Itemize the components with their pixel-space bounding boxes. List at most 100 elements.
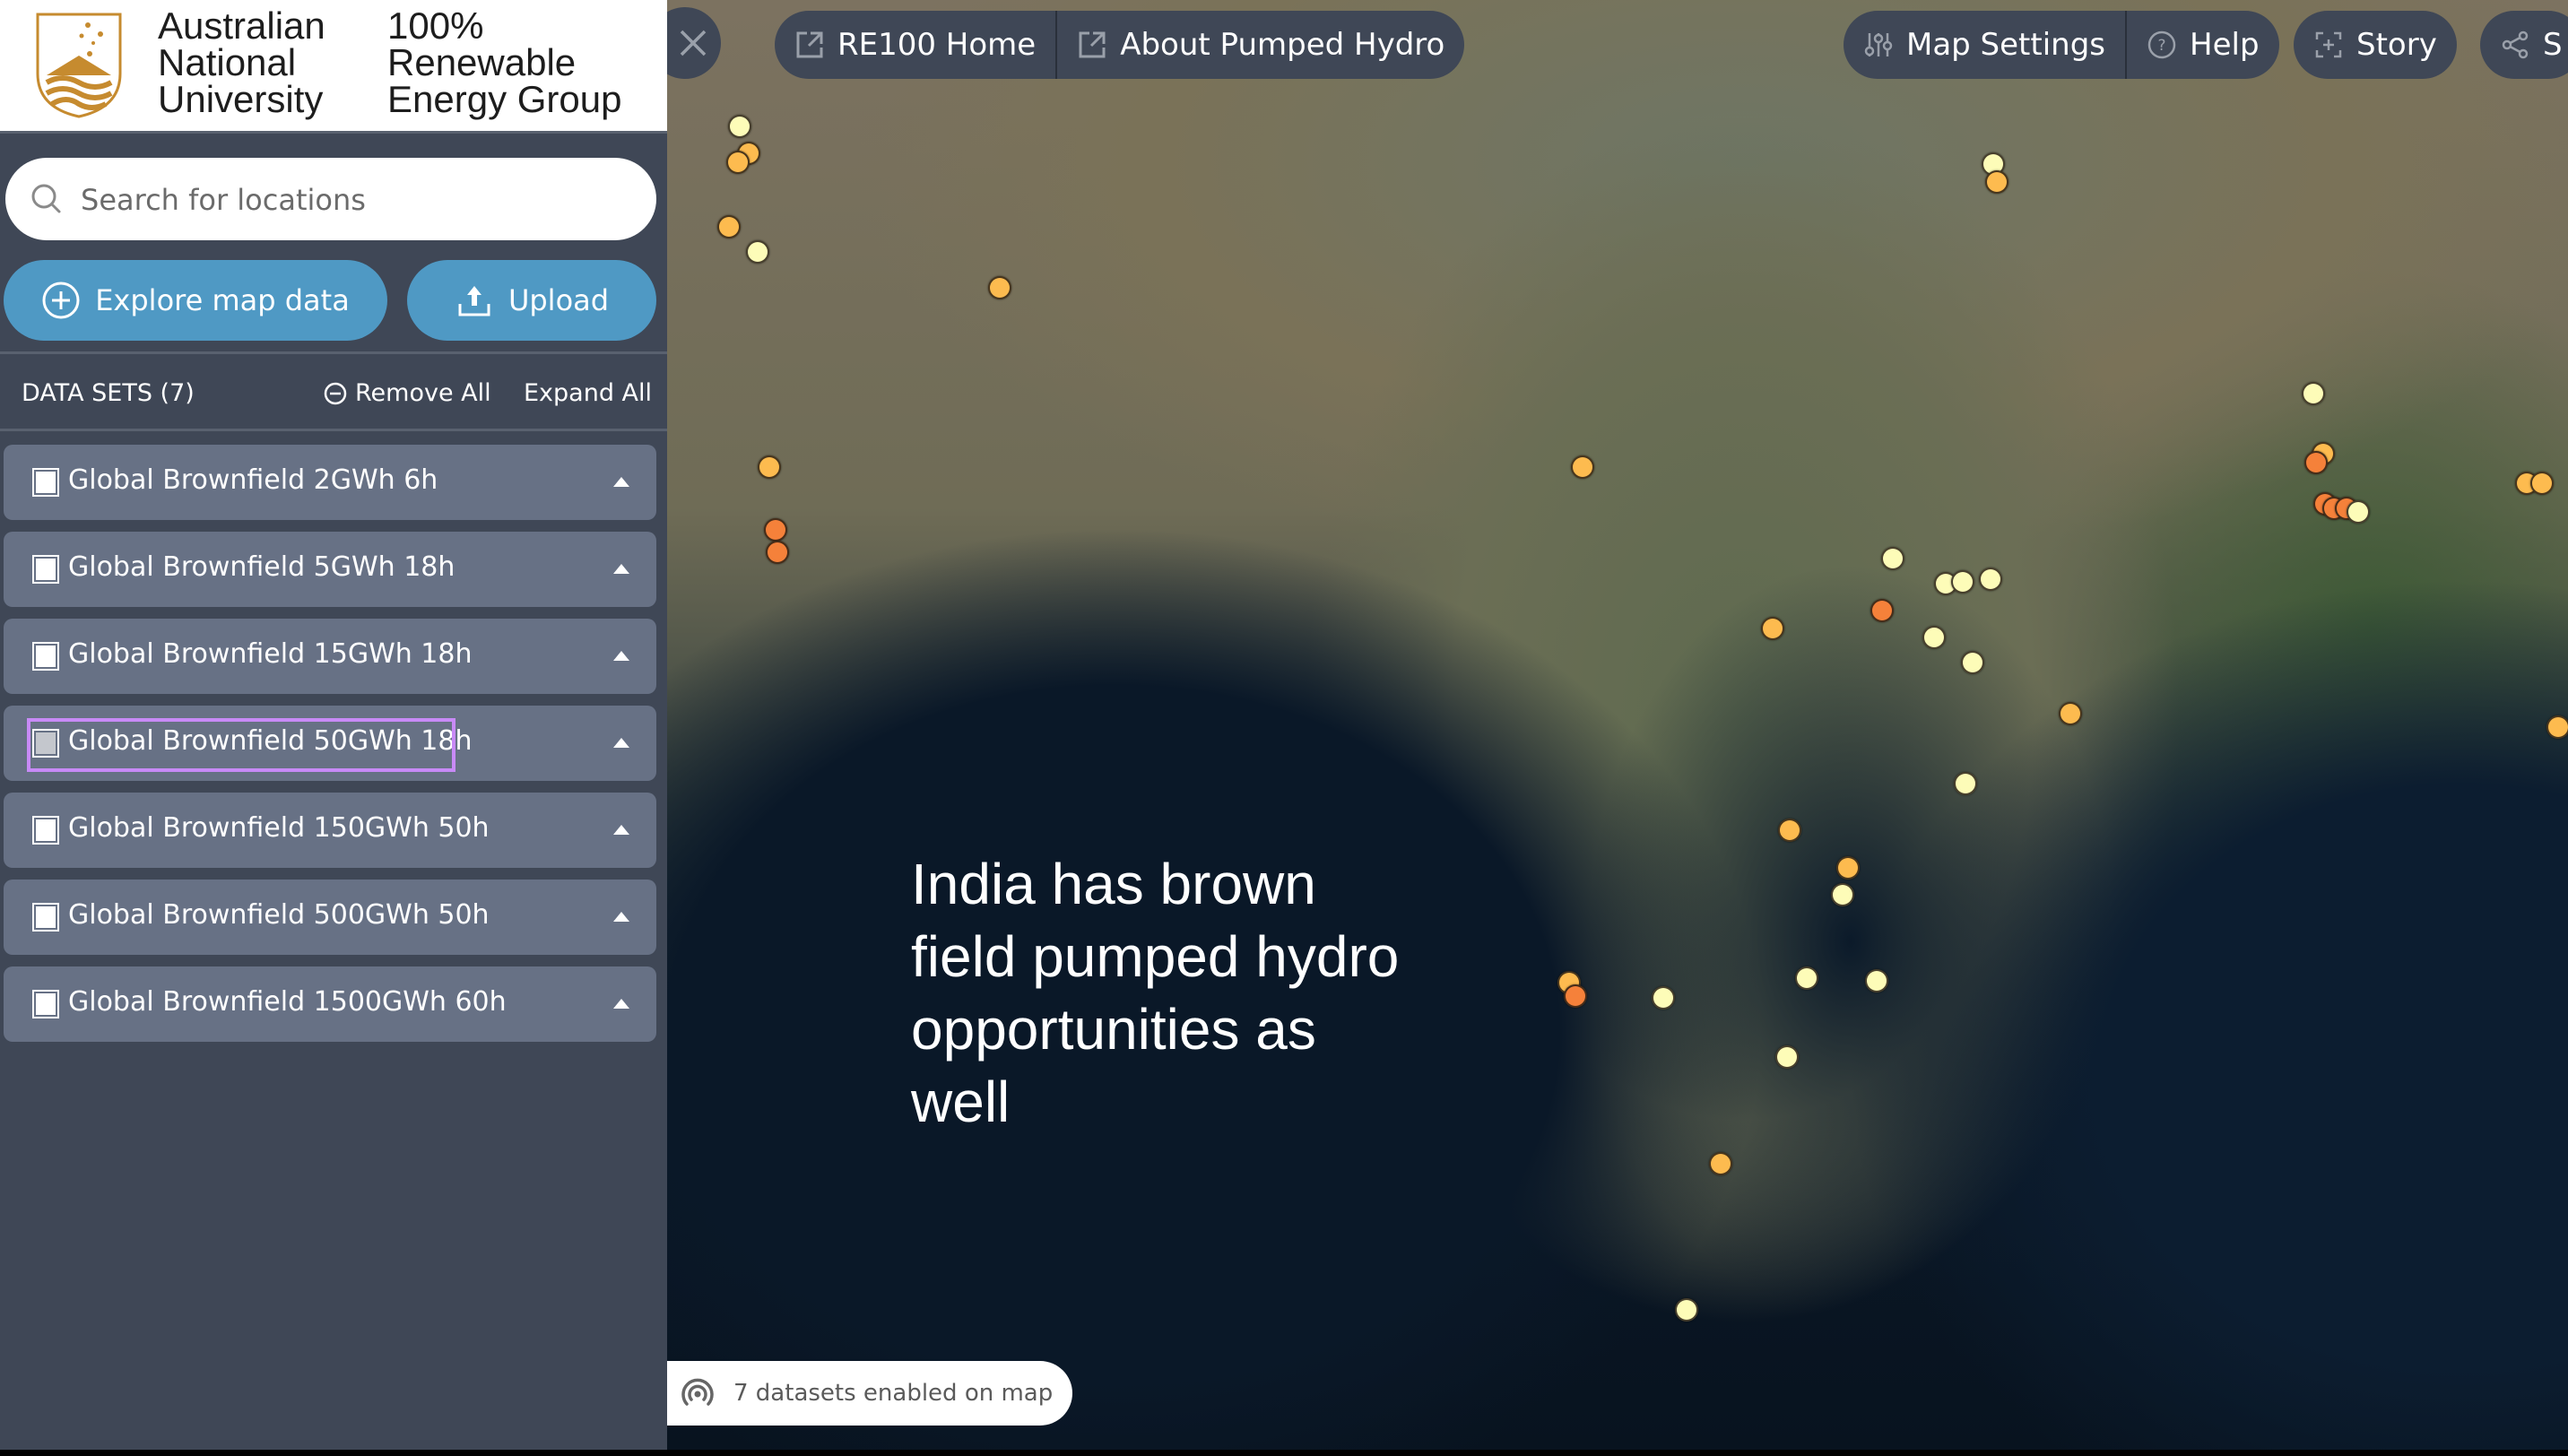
- site-marker[interactable]: [2304, 451, 2328, 474]
- site-marker[interactable]: [1571, 455, 1594, 479]
- svg-text:?: ?: [2158, 37, 2166, 55]
- site-marker[interactable]: [988, 276, 1011, 299]
- site-marker[interactable]: [1979, 568, 2002, 591]
- about-pumped-hydro-label: About Pumped Hydro: [1120, 27, 1445, 63]
- datasets-status-text: 7 datasets enabled on map: [733, 1380, 1054, 1407]
- site-marker[interactable]: [1954, 772, 1977, 795]
- site-marker[interactable]: [1870, 599, 1894, 622]
- site-marker[interactable]: [2302, 382, 2325, 405]
- external-link-icon: [1079, 31, 1106, 58]
- site-marker[interactable]: [1564, 984, 1587, 1008]
- site-marker[interactable]: [1831, 883, 1854, 906]
- site-marker[interactable]: [1961, 651, 1984, 674]
- site-marker[interactable]: [2546, 715, 2568, 739]
- story-label: Story: [2356, 27, 2437, 63]
- dataset-checkbox[interactable]: [32, 555, 59, 584]
- site-marker[interactable]: [1795, 966, 1818, 990]
- upload-label: Upload: [508, 283, 610, 317]
- site-marker[interactable]: [758, 455, 781, 479]
- caret-up-icon[interactable]: [613, 651, 629, 661]
- close-icon: [680, 30, 707, 56]
- caret-up-icon[interactable]: [613, 999, 629, 1009]
- site-marker[interactable]: [717, 215, 741, 238]
- datasets-status-pill[interactable]: 7 datasets enabled on map: [667, 1361, 1072, 1426]
- search-icon: [31, 184, 61, 213]
- map-markers-layer: [667, 0, 2568, 1450]
- map-canvas[interactable]: RE100 Home About Pumped Hydro Map Settin…: [667, 0, 2568, 1450]
- dataset-checkbox[interactable]: [32, 729, 59, 758]
- site-marker[interactable]: [766, 541, 789, 564]
- re100-home-link[interactable]: RE100 Home: [775, 11, 1055, 79]
- site-marker[interactable]: [1775, 1045, 1799, 1069]
- dataset-checkbox[interactable]: [32, 990, 59, 1018]
- dataset-item[interactable]: Global Brownfield 500GWh 50h: [4, 880, 656, 955]
- dataset-item[interactable]: Global Brownfield 1500GWh 60h: [4, 966, 656, 1042]
- site-marker[interactable]: [1709, 1152, 1732, 1175]
- dataset-item[interactable]: Global Brownfield 50GWh 18h: [4, 706, 656, 781]
- datasets-title: DATA SETS (7): [22, 379, 195, 407]
- caret-up-icon[interactable]: [613, 912, 629, 922]
- dataset-item[interactable]: Global Brownfield 5GWh 18h: [4, 532, 656, 607]
- site-marker[interactable]: [764, 518, 787, 542]
- dataset-checkbox[interactable]: [32, 903, 59, 932]
- site-marker[interactable]: [1778, 819, 1801, 842]
- dataset-label: Global Brownfield 50GWh 18h: [68, 725, 473, 757]
- search-input[interactable]: [79, 172, 620, 228]
- university-name: Australian National University: [158, 4, 325, 120]
- remove-all-button[interactable]: Remove All: [323, 379, 491, 407]
- nav-tools-group: Map Settings ? Help: [1844, 11, 2279, 79]
- site-marker[interactable]: [1836, 856, 1860, 880]
- caret-up-icon[interactable]: [613, 825, 629, 835]
- dataset-item[interactable]: Global Brownfield 150GWh 50h: [4, 793, 656, 868]
- caret-up-icon[interactable]: [613, 477, 629, 487]
- broadcast-icon: [681, 1378, 714, 1406]
- site-marker[interactable]: [1652, 986, 1675, 1010]
- dataset-label: Global Brownfield 15GWh 18h: [68, 638, 473, 670]
- story-button-inner[interactable]: Story: [2294, 11, 2457, 79]
- dataset-label: Global Brownfield 150GWh 50h: [68, 812, 490, 844]
- share-button[interactable]: S: [2480, 11, 2568, 79]
- minus-circle-icon: [324, 382, 347, 404]
- dataset-item[interactable]: Global Brownfield 2GWh 6h: [4, 445, 656, 520]
- nav-links-group: RE100 Home About Pumped Hydro: [775, 11, 1465, 79]
- site-marker[interactable]: [746, 240, 769, 264]
- plus-circle-icon: [42, 282, 80, 319]
- caret-up-icon[interactable]: [613, 738, 629, 748]
- site-marker[interactable]: [2530, 472, 2554, 495]
- share-icon: [2502, 30, 2529, 59]
- university-name-line: University: [158, 78, 324, 120]
- map-settings-label: Map Settings: [1906, 27, 2106, 63]
- dataset-checkbox[interactable]: [32, 642, 59, 671]
- anu-crest-logo: [36, 13, 122, 118]
- search-box[interactable]: [5, 158, 656, 240]
- share-button-inner[interactable]: S: [2480, 11, 2568, 79]
- explore-map-data-button[interactable]: Explore map data: [4, 260, 387, 341]
- help-button[interactable]: ? Help: [2127, 11, 2279, 79]
- re100-home-label: RE100 Home: [837, 27, 1037, 63]
- caret-up-icon[interactable]: [613, 564, 629, 574]
- map-settings-button[interactable]: Map Settings: [1844, 11, 2125, 79]
- site-marker[interactable]: [728, 115, 751, 138]
- dataset-item[interactable]: Global Brownfield 15GWh 18h: [4, 619, 656, 694]
- help-label: Help: [2190, 27, 2260, 63]
- site-marker[interactable]: [1675, 1298, 1698, 1322]
- story-button[interactable]: Story: [2294, 11, 2457, 79]
- site-marker[interactable]: [1761, 617, 1784, 640]
- upload-icon: [458, 286, 490, 316]
- site-marker[interactable]: [1922, 626, 1946, 649]
- university-name-line: Australian: [158, 4, 325, 47]
- dataset-checkbox[interactable]: [32, 468, 59, 497]
- site-marker[interactable]: [726, 151, 750, 174]
- site-marker[interactable]: [1951, 570, 1974, 594]
- site-marker[interactable]: [1985, 170, 2008, 194]
- about-pumped-hydro-link[interactable]: About Pumped Hydro: [1057, 11, 1464, 79]
- site-marker[interactable]: [1865, 969, 1888, 992]
- upload-button[interactable]: Upload: [407, 260, 656, 341]
- site-marker[interactable]: [2059, 702, 2082, 725]
- dataset-list: Global Brownfield 2GWh 6h Global Brownfi…: [4, 445, 656, 1053]
- expand-all-button[interactable]: Expand All: [524, 379, 652, 407]
- dataset-checkbox[interactable]: [32, 816, 59, 845]
- divider: [0, 429, 667, 431]
- site-marker[interactable]: [1881, 547, 1904, 570]
- site-marker[interactable]: [2347, 500, 2370, 524]
